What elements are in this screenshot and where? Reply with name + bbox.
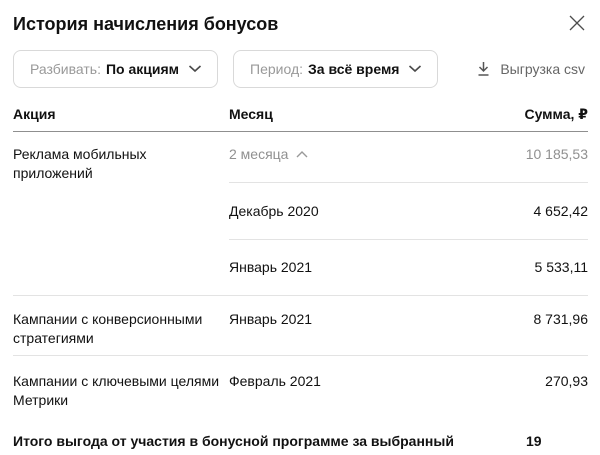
period-label: Период: [250, 61, 303, 77]
sum-cell: 270,93 [498, 372, 588, 410]
month-label: 2 месяца [229, 145, 288, 164]
modal-header: История начисления бонусов [13, 11, 588, 37]
split-by-value: По акциям [106, 61, 179, 77]
table-row: Кампании с ключевыми целями Метрики Февр… [13, 356, 588, 410]
collapse-toggle[interactable]: 2 месяца [229, 145, 308, 164]
chevron-down-icon [188, 65, 202, 73]
action-cell [13, 240, 229, 295]
bonus-history-modal: История начисления бонусов Разбивать: По… [0, 0, 600, 455]
download-icon [476, 61, 491, 77]
action-cell: Кампании с ключевыми целями Метрики [13, 372, 229, 410]
month-cell: 2 месяца [229, 145, 498, 183]
toolbar: Разбивать: По акциям Период: За всё врем… [13, 50, 588, 88]
split-by-dropdown[interactable]: Разбивать: По акциям [13, 50, 218, 88]
table-row: Кампании с конверсионными стратегиями Ян… [13, 296, 588, 356]
column-header-month: Месяц [229, 105, 498, 124]
sum-cell: 8 731,96 [498, 310, 588, 348]
table-footer-row: Итого выгода от участия в бонусной прогр… [13, 432, 588, 455]
month-cell: Январь 2021 [229, 310, 498, 348]
action-cell [13, 183, 229, 240]
table-header-row: Акция Месяц Сумма, ₽ [13, 88, 588, 132]
export-csv-label: Выгрузка csv [500, 61, 585, 77]
action-cell: Кампании с конверсионными стратегиями [13, 310, 229, 348]
close-button[interactable] [566, 12, 588, 34]
action-cell: Реклама мобильных приложений [13, 145, 229, 183]
table-row: Январь 2021 5 533,11 [13, 240, 588, 296]
month-cell: Декабрь 2020 [229, 183, 498, 240]
month-cell: Январь 2021 [229, 240, 498, 295]
close-icon [568, 14, 586, 32]
period-dropdown[interactable]: Период: За всё время [233, 50, 438, 88]
total-label: Итого выгода от участия в бонусной прогр… [13, 432, 506, 455]
column-header-sum: Сумма, ₽ [498, 105, 588, 124]
chevron-down-icon [408, 65, 422, 73]
column-header-action: Акция [13, 105, 229, 124]
bonus-table: Акция Месяц Сумма, ₽ Реклама мобильных п… [13, 88, 588, 455]
chevron-up-icon [296, 151, 308, 158]
sum-cell: 10 185,53 [498, 145, 588, 183]
table-row: Декабрь 2020 4 652,42 [13, 183, 588, 240]
split-by-label: Разбивать: [30, 61, 101, 77]
month-cell: Февраль 2021 [229, 372, 498, 410]
table-row: Реклама мобильных приложений 2 месяца 10… [13, 132, 588, 183]
total-sum: 19 188,41 [526, 432, 588, 455]
period-value: За всё время [308, 61, 399, 77]
export-csv-link[interactable]: Выгрузка csv [476, 61, 588, 77]
page-title: История начисления бонусов [13, 11, 278, 37]
sum-cell: 5 533,11 [498, 240, 588, 295]
sum-cell: 4 652,42 [498, 183, 588, 240]
